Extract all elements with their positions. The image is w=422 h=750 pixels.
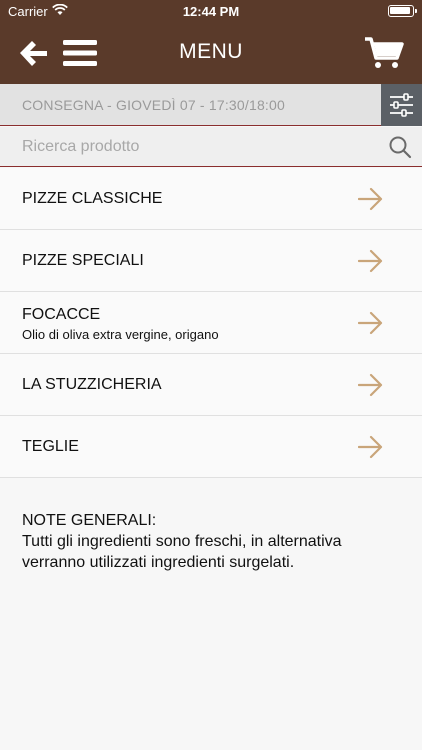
category-label: PIZZE CLASSICHE [22,190,163,207]
arrow-right-icon [358,373,383,397]
category-item-focacce[interactable]: FOCACCE Olio di oliva extra vergine, ori… [0,292,422,354]
arrow-right-icon [358,187,383,211]
category-label: FOCACCE [22,306,101,323]
search-input[interactable] [0,127,380,166]
category-label: LA STUZZICHERIA [22,376,162,393]
category-item-pizze-classiche[interactable]: PIZZE CLASSICHE [0,168,422,230]
arrow-right-icon [358,311,383,335]
delivery-info: CONSEGNA - GIOVEDÌ 07 - 17:30/18:00 [22,97,285,113]
arrow-right-icon [358,435,383,459]
category-label: PIZZE SPECIALI [22,252,144,269]
arrow-right-icon [358,249,383,273]
category-item-la-stuzzicheria[interactable]: LA STUZZICHERIA [0,354,422,416]
category-subtitle: Olio di oliva extra vergine, origano [22,327,219,342]
notes-title: NOTE GENERALI: [22,512,157,529]
status-bar: Carrier 12:44 PM [0,0,422,22]
search-icon[interactable] [388,135,412,159]
delivery-bar[interactable]: CONSEGNA - GIOVEDÌ 07 - 17:30/18:00 [0,84,422,126]
category-item-teglie[interactable]: TEGLIE [0,416,422,478]
notes-text: Tutti gli ingredienti sono freschi, in a… [22,533,342,571]
page-title: MENU [179,40,243,63]
category-item-pizze-speciali[interactable]: PIZZE SPECIALI [0,230,422,292]
app-header: Carrier 12:44 PM MENU [0,0,422,84]
battery-icon [388,5,417,17]
category-label: TEGLIE [22,438,79,455]
category-list: PIZZE CLASSICHE PIZZE SPECIALI FOCACCE O… [0,168,422,478]
sliders-icon [390,93,413,117]
cart-icon[interactable] [364,36,404,70]
filter-button[interactable] [381,84,422,126]
status-time: 12:44 PM [182,4,240,19]
search-bar [0,127,422,167]
general-notes: NOTE GENERALI: Tutti gli ingredienti son… [22,510,402,573]
